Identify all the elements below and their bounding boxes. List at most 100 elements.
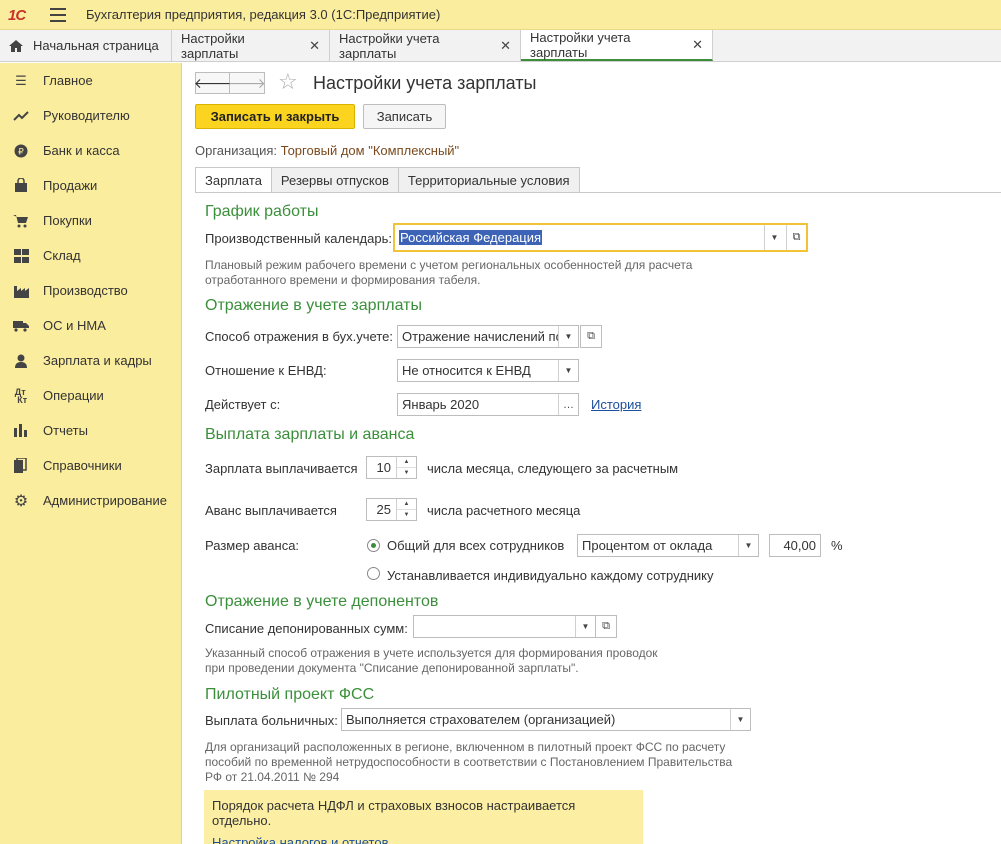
envd-field[interactable]: Не относится к ЕНВД ▼ — [397, 359, 579, 382]
sidebar-item-operations[interactable]: Дт Кт Операции — [0, 378, 181, 413]
chevron-down-icon[interactable]: ▼ — [730, 709, 750, 730]
back-arrow-icon[interactable]: 🡐 — [194, 72, 231, 94]
gear-icon: ⚙ — [13, 492, 29, 510]
method-value: Отражение начислений по — [402, 329, 563, 344]
app-logo: 1С — [8, 6, 26, 24]
open-icon[interactable]: ⧉ — [580, 325, 602, 348]
favorite-star-icon[interactable]: ☆ — [278, 69, 298, 95]
radio-common-advance[interactable] — [367, 539, 380, 552]
salary-day-stepper[interactable]: 10 ▲ ▼ — [366, 456, 417, 479]
advance-method-field[interactable]: Процентом от оклада ▼ — [577, 534, 759, 557]
advance-day-stepper[interactable]: 25 ▲ ▼ — [366, 498, 417, 521]
forward-arrow-icon[interactable]: 🡒 — [228, 72, 266, 94]
sidebar-item-reports[interactable]: Отчеты — [0, 413, 181, 448]
ellipsis-icon[interactable]: … — [558, 394, 578, 415]
section-salary-accounting: Отражение в учете зарплаты — [205, 297, 422, 314]
individual-advance-label[interactable]: Устанавливается индивидуально каждому со… — [387, 568, 714, 583]
production-calendar-field[interactable]: Российская Федерация ▼ ⧉ — [393, 223, 808, 252]
tab-territorial-conditions[interactable]: Территориальные условия — [397, 167, 580, 193]
advance-size-label: Размер аванса: — [205, 538, 300, 553]
chevron-down-icon[interactable]: ▼ — [575, 616, 595, 637]
sidebar-item-sales[interactable]: Продажи — [0, 168, 181, 203]
sidebar-item-main[interactable]: ☰ Главное — [0, 63, 181, 98]
sidebar-item-purchases[interactable]: Покупки — [0, 203, 181, 238]
main-menu-icon[interactable] — [50, 7, 66, 22]
tab-salary-accounting-settings[interactable]: Настройки учета зарплаты ✕ — [330, 30, 521, 61]
organization-line: Организация: Торговый дом "Комплексный" — [195, 143, 459, 158]
effective-from-label: Действует с: — [205, 397, 281, 412]
calendar-hint-line-2: отработанного времени и формирования таб… — [205, 273, 481, 287]
close-icon[interactable]: ✕ — [692, 37, 703, 53]
sidebar-item-label: Банк и касса — [43, 143, 120, 158]
chevron-down-icon[interactable]: ▼ — [738, 535, 758, 556]
envd-label: Отношение к ЕНВД: — [205, 363, 327, 378]
chevron-down-icon[interactable]: ▼ — [558, 360, 578, 381]
sidebar-item-label: ОС и НМА — [43, 318, 106, 333]
sidebar-item-warehouse[interactable]: Склад — [0, 238, 181, 273]
stepper-arrows[interactable]: ▲ ▼ — [396, 499, 416, 520]
envd-value: Не относится к ЕНВД — [402, 363, 531, 378]
home-icon — [9, 39, 23, 52]
sidebar-item-production[interactable]: Производство — [0, 273, 181, 308]
tab-salary-settings[interactable]: Настройки зарплаты ✕ — [172, 30, 330, 61]
advance-percent-value: 40,00 — [783, 538, 816, 553]
history-nav: 🡐 🡒 — [194, 72, 266, 94]
cart-icon — [12, 213, 30, 229]
up-arrow-icon[interactable]: ▲ — [397, 499, 416, 509]
deponents-hint-line-1: Указанный способ отражения в учете испол… — [205, 646, 658, 660]
save-button[interactable]: Записать — [363, 104, 446, 129]
calendar-label: Производственный календарь: — [205, 231, 392, 246]
tab-label: Начальная страница — [33, 38, 159, 53]
open-icon[interactable]: ⧉ — [595, 615, 617, 638]
effective-from-field[interactable]: Январь 2020 … — [397, 393, 579, 416]
sidebar-item-manager[interactable]: Руководителю — [0, 98, 181, 133]
fss-hint-line-3: РФ от 21.04.2011 № 294 — [205, 770, 340, 784]
stepper-arrows[interactable]: ▲ ▼ — [396, 457, 416, 478]
page-title: Настройки учета зарплаты — [313, 73, 537, 93]
chevron-down-icon[interactable]: ▼ — [558, 326, 578, 347]
sidebar-item-directories[interactable]: Справочники — [0, 448, 181, 483]
title-bar: 1С Бухгалтерия предприятия, редакция 3.0… — [0, 0, 1001, 30]
sections-panel: ☰ Главное Руководителю ₽ Банк и касса Пр… — [0, 63, 182, 844]
deponent-writeoff-field[interactable]: ▼ — [413, 615, 596, 638]
open-icon[interactable]: ⧉ — [786, 225, 806, 250]
writeoff-label: Списание депонированных сумм: — [205, 621, 408, 636]
notice-text: Порядок расчета НДФЛ и страховых взносов… — [212, 798, 576, 828]
sidebar-item-bank[interactable]: ₽ Банк и касса — [0, 133, 181, 168]
advance-percent-field[interactable]: 40,00 — [769, 534, 821, 557]
down-arrow-icon[interactable]: ▼ — [397, 467, 416, 478]
sick-pay-field[interactable]: Выполняется страхователем (организацией)… — [341, 708, 751, 731]
chevron-down-icon[interactable]: ▼ — [764, 225, 784, 250]
save-and-close-button[interactable]: Записать и закрыть — [195, 104, 355, 129]
down-arrow-icon[interactable]: ▼ — [397, 509, 416, 520]
books-icon — [12, 458, 30, 474]
organization-label: Организация: — [195, 143, 278, 158]
common-advance-label[interactable]: Общий для всех сотрудников — [387, 538, 564, 553]
close-icon[interactable]: ✕ — [309, 38, 320, 54]
tab-vacation-reserves[interactable]: Резервы отпусков — [270, 167, 399, 193]
sidebar-item-label: Операции — [43, 388, 104, 403]
app-title: Бухгалтерия предприятия, редакция 3.0 (1… — [86, 7, 441, 22]
section-deponents: Отражение в учете депонентов — [205, 593, 439, 610]
dt-kt-icon: Дт Кт — [14, 386, 28, 405]
sidebar-item-label: Покупки — [43, 213, 92, 228]
sidebar-item-payroll[interactable]: Зарплата и кадры — [0, 343, 181, 378]
tab-salary-accounting-settings-active[interactable]: Настройки учета зарплаты ✕ — [521, 30, 713, 61]
history-link[interactable]: История — [591, 397, 641, 412]
calendar-hint-line-1: Плановый режим рабочего времени с учетом… — [205, 258, 693, 272]
salary-paid-label: Зарплата выплачивается — [205, 461, 358, 476]
sidebar-item-assets[interactable]: ОС и НМА — [0, 308, 181, 343]
close-icon[interactable]: ✕ — [500, 38, 511, 54]
accounting-method-field[interactable]: Отражение начислений по ▼ — [397, 325, 579, 348]
method-label: Способ отражения в бух.учете: — [205, 329, 393, 344]
ruble-icon: ₽ — [12, 143, 30, 159]
sick-pay-value: Выполняется страхователем (организацией) — [346, 712, 616, 727]
tab-home[interactable]: Начальная страница — [0, 30, 172, 61]
up-arrow-icon[interactable]: ▲ — [397, 457, 416, 467]
tab-salary[interactable]: Зарплата — [195, 167, 272, 193]
tax-settings-link[interactable]: Настройка налогов и отчетов — [212, 835, 388, 844]
radio-individual-advance[interactable] — [367, 567, 380, 580]
trend-icon — [12, 108, 30, 124]
sidebar-item-admin[interactable]: ⚙ Администрирование — [0, 483, 181, 518]
tab-divider — [195, 192, 1001, 193]
